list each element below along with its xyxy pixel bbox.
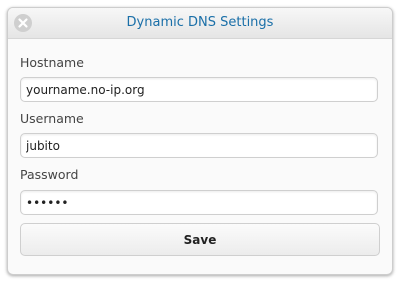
dialog-title: Dynamic DNS Settings — [126, 15, 274, 30]
password-label: Password — [20, 167, 79, 182]
password-input[interactable] — [20, 190, 378, 215]
dns-settings-dialog: Dynamic DNS Settings Hostname Username P… — [7, 7, 393, 275]
hostname-input[interactable] — [20, 77, 378, 102]
hostname-label: Hostname — [20, 55, 84, 70]
username-label: Username — [20, 111, 84, 126]
save-button[interactable]: Save — [20, 223, 380, 256]
username-input[interactable] — [20, 133, 378, 158]
dialog-titlebar: Dynamic DNS Settings — [8, 8, 392, 39]
